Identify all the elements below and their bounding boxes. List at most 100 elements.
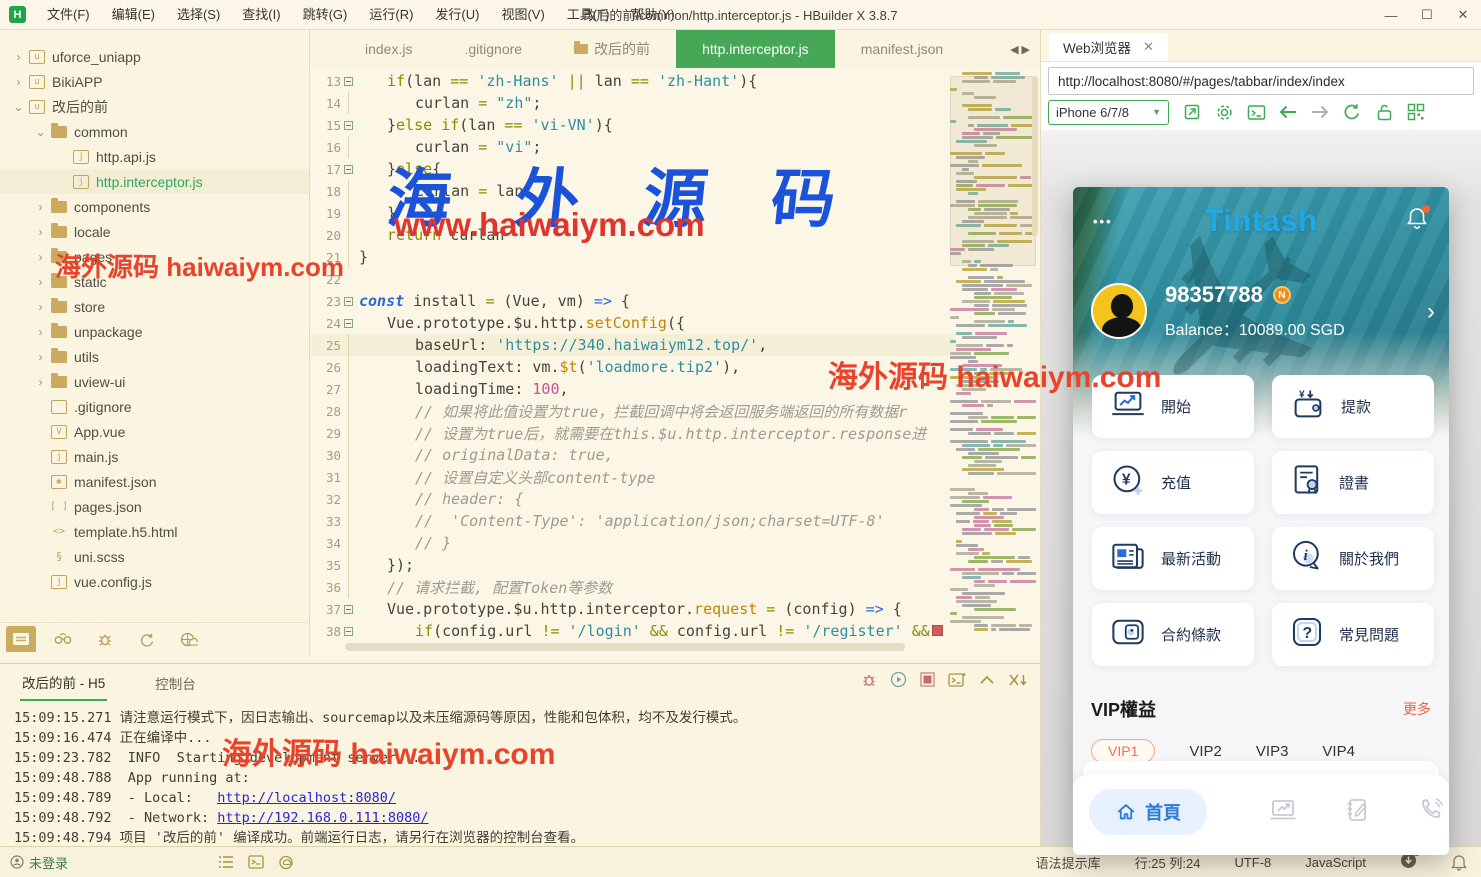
tree-item[interactable]: § uni.scss [0, 544, 309, 569]
search-icon[interactable] [48, 626, 78, 652]
lock-icon[interactable] [1372, 100, 1396, 124]
maximize-button[interactable]: ☐ [1409, 0, 1445, 30]
tree-item[interactable]: ⌄ u 改后的前 [0, 94, 309, 119]
files-icon[interactable] [6, 626, 36, 652]
fold-gutter[interactable] [341, 312, 355, 334]
fold-gutter[interactable] [341, 356, 355, 378]
fold-box-icon[interactable] [343, 164, 353, 174]
menu-item[interactable]: 视图(V) [490, 0, 555, 29]
fold-box-icon[interactable] [343, 296, 353, 306]
grid-button-withdraw[interactable]: ¥ 提款 [1272, 375, 1434, 438]
nav-home[interactable]: 首頁 [1089, 789, 1207, 835]
fold-box-icon[interactable] [343, 604, 353, 614]
tree-item[interactable]: › static [0, 269, 309, 294]
fold-gutter[interactable] [341, 554, 355, 576]
debug-icon[interactable] [90, 626, 120, 652]
editor-tab[interactable]: manifest.json [835, 30, 969, 68]
fold-gutter[interactable] [341, 598, 355, 620]
editor-tab[interactable]: 改后的前 [548, 30, 676, 68]
fold-gutter[interactable] [341, 488, 355, 510]
nav-market-icon[interactable] [1269, 797, 1299, 827]
tree-item[interactable]: › utils [0, 344, 309, 369]
tree-item[interactable]: › pages [0, 244, 309, 269]
minimize-button[interactable]: — [1373, 0, 1409, 30]
fold-gutter[interactable] [341, 224, 355, 246]
tree-item[interactable]: ⌄ common [0, 119, 309, 144]
fold-gutter[interactable] [341, 400, 355, 422]
tree-item[interactable]: j main.js [0, 444, 309, 469]
encoding[interactable]: UTF-8 [1234, 855, 1271, 870]
minimap-viewport[interactable] [950, 76, 1036, 266]
tree-item[interactable]: [ ] pages.json [0, 494, 309, 519]
grid-button-start[interactable]: 開始 [1092, 375, 1254, 438]
notification-bell-icon[interactable] [1405, 205, 1430, 236]
fold-gutter[interactable] [341, 576, 355, 598]
device-selector[interactable]: iPhone 6/7/8 ▼ [1048, 99, 1169, 125]
grid-button-news[interactable]: 最新活動 [1092, 527, 1254, 590]
menu-item[interactable]: 运行(R) [358, 0, 424, 29]
sync-icon[interactable] [132, 626, 162, 652]
code-area[interactable]: 13 if(lan == 'zh-Hans' || lan == 'zh-Hant… [311, 70, 956, 646]
editor-tab[interactable]: http.interceptor.js [676, 30, 835, 68]
close-button[interactable]: ✕ [1445, 0, 1481, 30]
fold-box-icon[interactable] [343, 120, 353, 130]
fold-gutter[interactable] [341, 378, 355, 400]
fold-box-icon[interactable] [343, 626, 353, 636]
browser-tab[interactable]: Web浏览器 ✕ [1049, 33, 1168, 61]
grid-button-contract[interactable]: 合約條款 [1092, 603, 1254, 666]
vertical-scrollbar[interactable] [1032, 76, 1038, 236]
fold-gutter[interactable] [341, 70, 355, 92]
fold-gutter[interactable] [341, 180, 355, 202]
clear-icon[interactable] [1008, 673, 1028, 692]
tree-item[interactable]: V App.vue [0, 419, 309, 444]
tree-item[interactable]: › unpackage [0, 319, 309, 344]
fold-gutter[interactable] [341, 334, 355, 356]
fold-gutter[interactable] [341, 268, 355, 290]
tree-item[interactable]: › locale [0, 219, 309, 244]
chevron-right-icon[interactable]: › [1427, 298, 1435, 326]
tree-item[interactable]: .gitignore [0, 394, 309, 419]
grid-button-cert[interactable]: 證書 [1272, 451, 1434, 514]
fold-gutter[interactable] [341, 444, 355, 466]
fold-gutter[interactable] [341, 158, 355, 180]
tab-scroll-arrows[interactable]: ◀ ▶ [1010, 30, 1040, 68]
avatar[interactable] [1091, 283, 1147, 339]
menu-item[interactable]: 文件(F) [36, 0, 101, 29]
fold-box-icon[interactable] [343, 76, 353, 86]
grid-button-faq[interactable]: ? 常見問題 [1272, 603, 1434, 666]
log-link[interactable]: http://192.168.0.111:8080/ [217, 810, 428, 826]
horizontal-scrollbar[interactable] [345, 643, 905, 651]
bug-icon[interactable] [861, 672, 877, 693]
cursor-position[interactable]: 行:25 列:24 [1135, 853, 1201, 872]
tree-item[interactable]: › uview-ui [0, 369, 309, 394]
qrcode-icon[interactable] [1404, 100, 1428, 124]
tab-scroll-right-icon[interactable]: ▶ [1022, 43, 1030, 56]
fold-box-icon[interactable] [343, 318, 353, 328]
vip-tab[interactable]: VIP2 [1189, 743, 1222, 760]
grid-button-about[interactable]: i 關於我們 [1272, 527, 1434, 590]
tree-item[interactable]: ✱ manifest.json [0, 469, 309, 494]
code-editor[interactable]: index.js .gitignore 改后的前 http.interceptor.j… [311, 30, 1040, 655]
fold-gutter[interactable] [341, 620, 355, 642]
nav-phone-icon[interactable] [1418, 797, 1448, 827]
forward-icon[interactable] [1308, 100, 1332, 124]
fold-gutter[interactable] [341, 510, 355, 532]
editor-tab[interactable]: .gitignore [438, 30, 548, 68]
tree-item[interactable]: j vue.config.js [0, 569, 309, 594]
browser-tab-close-icon[interactable]: ✕ [1143, 39, 1154, 55]
restart-icon[interactable] [890, 671, 907, 693]
collapse-icon[interactable] [979, 673, 995, 691]
tree-item[interactable]: › u BikiAPP [0, 69, 309, 94]
update-icon[interactable] [1400, 849, 1420, 872]
open-external-icon[interactable] [1180, 100, 1204, 124]
editor-tab[interactable]: index.js [339, 30, 438, 68]
fold-gutter[interactable] [341, 92, 355, 114]
tab-scroll-left-icon[interactable]: ◀ [1010, 43, 1018, 56]
plugin-icon[interactable] [278, 855, 294, 870]
tree-item[interactable]: › components [0, 194, 309, 219]
settings-icon[interactable] [1212, 100, 1236, 124]
login-status[interactable]: 未登录 [10, 853, 68, 872]
url-bar[interactable]: http://localhost:8080/#/pages/tabbar/ind… [1048, 67, 1474, 95]
vip-tab[interactable]: VIP1 [1091, 739, 1156, 763]
fold-gutter[interactable] [341, 246, 355, 268]
